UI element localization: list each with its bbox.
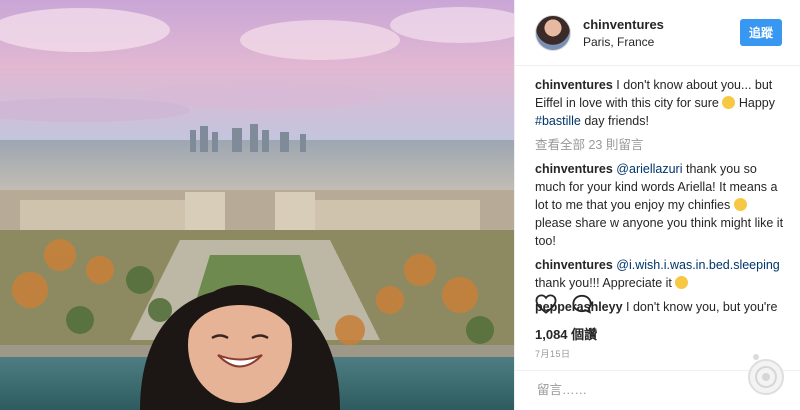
- user-info: chinventures Paris, France: [583, 17, 740, 49]
- comment-username[interactable]: chinventures: [535, 258, 613, 272]
- comment-text: I don't know you, but you're: [626, 300, 778, 314]
- caption-text-end: day friends!: [584, 114, 649, 128]
- post-sidebar: chinventures Paris, France 追蹤 chinventur…: [514, 0, 800, 410]
- comment-text-after: please share w anyone you think might li…: [535, 216, 784, 248]
- mention-link[interactable]: @i.wish.i.was.in.bed.sleeping: [616, 258, 779, 272]
- action-bar: [535, 294, 593, 319]
- comment-username[interactable]: chinventures: [535, 162, 613, 176]
- caption-username[interactable]: chinventures: [535, 78, 613, 92]
- likes-count[interactable]: 1,084 個讚: [535, 324, 597, 343]
- comment-input[interactable]: [535, 382, 719, 398]
- post-header: chinventures Paris, France 追蹤: [515, 0, 800, 66]
- comment-text: thank you!!! Appreciate it: [535, 276, 672, 290]
- caption-text-after: Happy: [738, 96, 775, 110]
- avatar[interactable]: [535, 14, 571, 51]
- location-link[interactable]: Paris, France: [583, 35, 740, 49]
- hugging-face-icon: [675, 276, 689, 289]
- comment-item: chinventures @ariellazuri thank you so m…: [535, 160, 786, 250]
- comment-item: chinventures @i.wish.i.was.in.bed.sleepi…: [535, 256, 786, 292]
- view-all-comments-link[interactable]: 查看全部 23 則留言: [535, 136, 786, 154]
- follow-button[interactable]: 追蹤: [739, 19, 782, 46]
- comments-section: chinventures I don't know about you... b…: [515, 66, 800, 316]
- post-date[interactable]: 7月15日: [535, 347, 571, 360]
- paris-selfie-image: [0, 0, 514, 410]
- smiling-face-heart-eyes-icon: [722, 96, 736, 109]
- snail-logo-icon: [742, 351, 788, 402]
- smiling-face-icon: [733, 198, 747, 211]
- caption: chinventures I don't know about you... b…: [535, 76, 786, 130]
- post-photo[interactable]: [0, 0, 514, 410]
- username-link[interactable]: chinventures: [583, 17, 740, 32]
- heart-icon[interactable]: [535, 294, 557, 319]
- instagram-post: chinventures Paris, France 追蹤 chinventur…: [0, 0, 800, 410]
- mention-link[interactable]: @ariellazuri: [616, 162, 682, 176]
- comment-bubble-icon[interactable]: [571, 294, 593, 319]
- hashtag-link[interactable]: #bastille: [535, 114, 581, 128]
